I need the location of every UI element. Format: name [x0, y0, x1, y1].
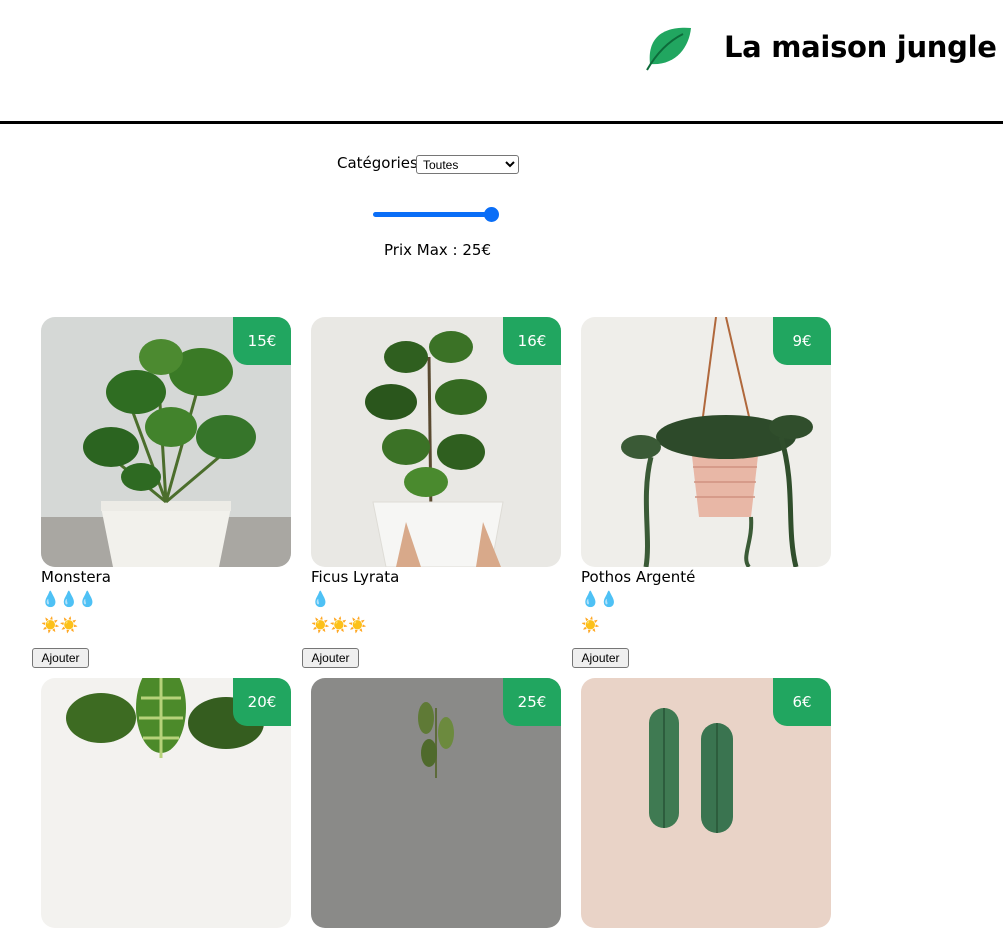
price-badge: 16€ — [503, 317, 561, 365]
add-to-cart-button[interactable]: Ajouter — [32, 648, 89, 668]
site-title: La maison jungle — [724, 30, 997, 64]
add-to-cart-button[interactable]: Ajouter — [302, 648, 359, 668]
light-icons: ☀️☀️ — [41, 616, 79, 634]
price-badge: 15€ — [233, 317, 291, 365]
water-icons: 💧💧 — [581, 590, 619, 608]
header: La maison jungle — [0, 0, 1003, 124]
light-icons: ☀️ — [581, 616, 600, 634]
slider-thumb[interactable] — [484, 207, 499, 222]
plant-name: Ficus Lyrata — [311, 568, 400, 586]
water-icons: 💧💧💧 — [41, 590, 98, 608]
price-badge: 25€ — [503, 678, 561, 726]
price-badge: 20€ — [233, 678, 291, 726]
price-badge: 9€ — [773, 317, 831, 365]
category-select[interactable]: Toutes — [416, 155, 519, 174]
light-icons: ☀️☀️☀️ — [311, 616, 368, 634]
category-label: Catégories — [337, 154, 418, 172]
water-icons: 💧 — [311, 590, 330, 608]
leaf-logo-icon — [646, 27, 691, 71]
plant-name: Pothos Argenté — [581, 568, 696, 586]
price-range-slider[interactable] — [371, 205, 499, 223]
price-badge: 6€ — [773, 678, 831, 726]
add-to-cart-button[interactable]: Ajouter — [572, 648, 629, 668]
price-max-label: Prix Max : 25€ — [384, 241, 491, 259]
slider-track — [373, 212, 495, 217]
plant-name: Monstera — [41, 568, 111, 586]
